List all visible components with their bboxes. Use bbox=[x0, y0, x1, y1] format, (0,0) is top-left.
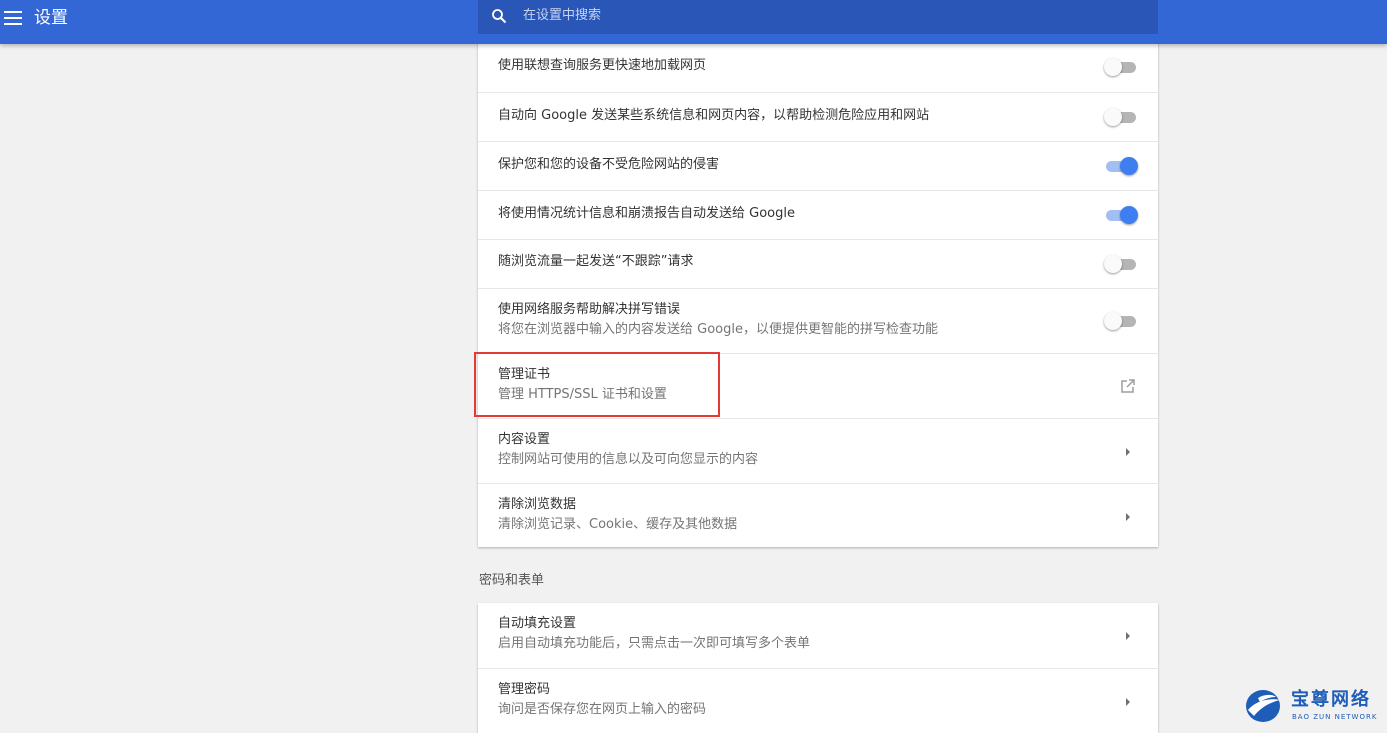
setting-row-manage-certificates[interactable]: 管理证书 管理 HTTPS/SSL 证书和设置 bbox=[478, 353, 1158, 418]
setting-row-clear-browsing-data[interactable]: 清除浏览数据 清除浏览记录、Cookie、缓存及其他数据 bbox=[478, 483, 1158, 547]
setting-sublabel: 将您在浏览器中输入的内容发送给 Google，以便提供更智能的拼写检查功能 bbox=[498, 322, 938, 337]
safe-browsing-toggle[interactable] bbox=[1104, 156, 1138, 176]
setting-label: 清除浏览数据 bbox=[498, 497, 577, 512]
setting-label: 使用网络服务帮助解决拼写错误 bbox=[498, 302, 681, 317]
setting-row-autofill[interactable]: 自动填充设置 启用自动填充功能后，只需点击一次即可填写多个表单 bbox=[478, 603, 1158, 668]
section-title-passwords: 密码和表单 bbox=[479, 573, 545, 588]
watermark: 宝尊网络 BAO ZUN NETWORK bbox=[1244, 686, 1384, 728]
setting-row-do-not-track[interactable]: 随浏览流量一起发送“不跟踪”请求 bbox=[478, 239, 1158, 288]
arrow-right-icon[interactable] bbox=[1124, 697, 1132, 707]
setting-sublabel: 控制网站可使用的信息以及可向您显示的内容 bbox=[498, 452, 759, 467]
search-icon bbox=[492, 9, 507, 24]
setting-label: 自动填充设置 bbox=[498, 616, 577, 631]
setting-row-spelling-service[interactable]: 使用网络服务帮助解决拼写错误 将您在浏览器中输入的内容发送给 Google，以便… bbox=[478, 288, 1158, 353]
arrow-right-icon[interactable] bbox=[1124, 631, 1132, 641]
brand-logo-icon bbox=[1246, 690, 1280, 722]
setting-label: 自动向 Google 发送某些系统信息和网页内容，以帮助检测危险应用和网站 bbox=[498, 108, 930, 123]
watermark-name-cn: 宝尊网络 bbox=[1291, 689, 1371, 710]
setting-row-safe-browsing[interactable]: 保护您和您的设备不受危险网站的侵害 bbox=[478, 141, 1158, 190]
arrow-right-icon[interactable] bbox=[1124, 447, 1132, 457]
setting-sublabel: 启用自动填充功能后，只需点击一次即可填写多个表单 bbox=[498, 636, 811, 651]
setting-label: 将使用情况统计信息和崩溃报告自动发送给 Google bbox=[498, 206, 795, 221]
setting-label: 管理证书 bbox=[498, 367, 551, 382]
setting-row-usage-statistics[interactable]: 将使用情况统计信息和崩溃报告自动发送给 Google bbox=[478, 190, 1158, 239]
setting-label: 内容设置 bbox=[498, 432, 551, 447]
do-not-track-toggle[interactable] bbox=[1104, 254, 1138, 274]
setting-row-safe-browsing-report[interactable]: 自动向 Google 发送某些系统信息和网页内容，以帮助检测危险应用和网站 bbox=[478, 92, 1158, 141]
privacy-settings-card: 使用联想查询服务更快速地加载网页 自动向 Google 发送某些系统信息和网页内… bbox=[478, 41, 1158, 547]
search-input[interactable]: 在设置中搜索 bbox=[478, 0, 1158, 34]
page-title: 设置 bbox=[34, 8, 68, 28]
open-in-new-icon[interactable] bbox=[1120, 378, 1136, 394]
setting-row-prediction-service[interactable]: 使用联想查询服务更快速地加载网页 bbox=[478, 41, 1158, 92]
usage-statistics-toggle[interactable] bbox=[1104, 205, 1138, 225]
setting-sublabel: 管理 HTTPS/SSL 证书和设置 bbox=[498, 387, 667, 402]
search-placeholder: 在设置中搜索 bbox=[523, 8, 602, 23]
passwords-settings-card: 自动填充设置 启用自动填充功能后，只需点击一次即可填写多个表单 管理密码 询问是… bbox=[478, 603, 1158, 733]
watermark-name-en: BAO ZUN NETWORK bbox=[1292, 713, 1378, 721]
spelling-service-toggle[interactable] bbox=[1104, 311, 1138, 331]
safe-browsing-report-toggle[interactable] bbox=[1104, 107, 1138, 127]
setting-row-manage-passwords[interactable]: 管理密码 询问是否保存您在网页上输入的密码 bbox=[478, 668, 1158, 733]
setting-label: 管理密码 bbox=[498, 682, 551, 697]
setting-label: 使用联想查询服务更快速地加载网页 bbox=[498, 58, 707, 73]
setting-sublabel: 清除浏览记录、Cookie、缓存及其他数据 bbox=[498, 517, 738, 532]
setting-label: 随浏览流量一起发送“不跟踪”请求 bbox=[498, 254, 694, 269]
menu-icon[interactable] bbox=[4, 11, 22, 25]
top-app-bar: 设置 在设置中搜索 bbox=[0, 0, 1387, 44]
setting-label: 保护您和您的设备不受危险网站的侵害 bbox=[498, 157, 720, 172]
prediction-service-toggle[interactable] bbox=[1104, 57, 1138, 77]
setting-row-content-settings[interactable]: 内容设置 控制网站可使用的信息以及可向您显示的内容 bbox=[478, 418, 1158, 483]
arrow-right-icon[interactable] bbox=[1124, 512, 1132, 522]
setting-sublabel: 询问是否保存您在网页上输入的密码 bbox=[498, 702, 707, 717]
